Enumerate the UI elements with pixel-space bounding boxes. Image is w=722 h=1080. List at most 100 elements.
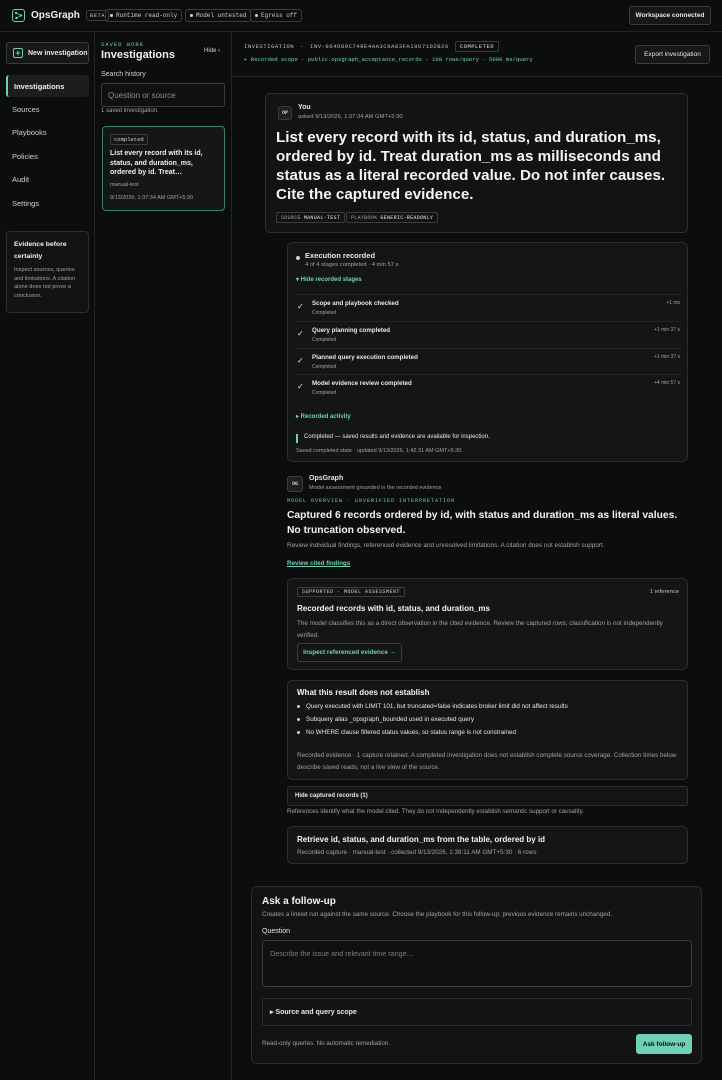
separator: · [300,43,304,50]
hide-panel-button[interactable]: Hide ‹ [204,48,220,54]
stage-row: ✓ Planned query execution completed Comp… [296,348,682,374]
execution-summary: 4 of 4 stages completed · 4 min 57 s [305,262,399,268]
evidence-card-body: Inspect sources, queries and limitations… [14,267,76,299]
user-question-card: OP You asked 9/13/2026, 1:37:34 AM GMT+5… [265,93,688,233]
nav-item-policies[interactable]: Policies [6,145,89,167]
investigation-header: INVESTIGATION · INV-864D80C749E4AA3C9A83… [244,41,500,52]
question-text: List every record with its id, status, a… [276,129,666,203]
ask-follow-up-button[interactable]: Ask follow-up [636,1034,692,1054]
saved-title: Investigations [101,49,175,61]
review-cited-findings-link[interactable]: Review cited findings [287,560,350,567]
pill-label: Model untested [196,12,247,19]
nav-item-playbooks[interactable]: Playbooks [6,121,89,143]
check-icon: ✓ [297,356,304,365]
investigation-label: INVESTIGATION [244,43,295,50]
follow-up-panel: Ask a follow-up Creates a linked run aga… [251,886,702,1064]
limitations-note: Recorded evidence · 1 capture retained. … [297,752,677,771]
workspace-status-button[interactable]: Workspace connected [629,6,711,25]
saved-kicker: SAVED WORK [101,41,145,48]
readonly-note: Read-only queries. No automatic remediat… [262,1040,391,1047]
assistant-subtitle: Model assessment grounded in the recorde… [309,485,442,491]
status-dot-icon [110,14,113,17]
stage-row: ✓ Model evidence review completed Comple… [296,374,682,400]
assistant-name: OpsGraph [309,475,344,482]
recorded-scope-toggle[interactable]: ▸ Recorded scope · public.opsgraph_accep… [244,56,533,63]
saved-question: List every record with its id, status, a… [110,150,203,176]
stage-row: ✓ Query planning completed Completed +1 … [296,321,682,347]
runtime-pill: Runtime read-only [105,9,183,22]
new-investigation-label: New investigation [28,49,88,57]
limitation-item: Subquery alias _opsgraph_bounded used in… [297,716,474,723]
saved-timestamp: 9/13/2026, 1:37:34 AM GMT+5:30 [110,194,194,201]
pill-label: Egress off [261,12,298,19]
stage-name: Query planning completed [312,327,391,334]
supported-badge: SUPPORTED · MODEL ASSESSMENT [297,587,406,597]
stage-time: +4 min 57 s [654,380,680,386]
stage-status: Completed [312,390,337,396]
limitations-card: What this result does not establish Quer… [287,680,688,780]
saved-count: 1 saved investigation. [101,108,159,114]
tag-value: GENERIC-READONLY [380,214,434,221]
new-investigation-button[interactable]: + New investigation [6,42,89,64]
evidence-card-title: Evidence before certainty [14,241,67,260]
saved-source: manual-test [110,181,139,188]
check-icon: ✓ [297,302,304,311]
saved-state-note: Saved completed state · updated 9/13/202… [296,448,463,454]
plus-icon: + [13,48,23,58]
source-scope-toggle[interactable]: ▸ Source and query scope [262,998,692,1026]
status-dot-icon [296,256,300,260]
avatar: OG [287,476,303,492]
model-pill: Model untested [185,9,252,22]
source-tag: SOURCE MANUAL-TEST [276,212,346,223]
stage-status: Completed [312,337,337,343]
playbook-tag: PLAYBOOK GENERIC-READONLY [346,212,439,223]
nav-item-sources[interactable]: Sources [6,98,89,120]
avatar: OP [278,106,292,120]
answer-subtext: Review individual findings, referenced e… [287,542,605,549]
header-divider [232,76,722,77]
execution-card: Execution recorded 4 of 4 stages complet… [287,242,688,462]
capture-meta: Recorded capture · manual-test · collect… [297,849,537,856]
stage-status: Completed [312,364,337,370]
nav-item-audit[interactable]: Audit [6,168,89,190]
check-icon: ✓ [297,329,304,338]
status-dot-icon [190,14,193,17]
capture-card[interactable]: Retrieve id, status, and duration_ms fro… [287,826,688,864]
export-investigation-button[interactable]: Export investigation [635,45,710,64]
answer-headline: Captured 6 records ordered by id, with s… [287,510,678,536]
hide-captured-records-toggle[interactable]: Hide captured records (1) [287,786,688,806]
saved-investigation-card[interactable]: completed List every record with its id,… [102,126,225,211]
limitations-title: What this result does not establish [297,688,430,697]
stage-time: +1 min 37 s [654,327,680,333]
stage-status: Completed [312,310,337,316]
stage-name: Planned query execution completed [312,354,418,361]
finding-body: The model classifies this as a direct ob… [297,620,663,639]
follow-up-question-input[interactable] [262,940,692,987]
evidence-info-card: Evidence before certainty Inspect source… [6,231,89,313]
hide-stages-toggle[interactable]: ▾ Hide recorded stages [296,276,362,283]
status-dot-icon [255,14,258,17]
overview-kicker: MODEL OVERVIEW · UNVERIFIED INTERPRETATI… [287,498,456,504]
completion-note: Completed — saved results and evidence a… [296,434,490,443]
nav-item-settings[interactable]: Settings [6,192,89,214]
limitation-item: No WHERE clause filtered status values, … [297,729,516,736]
follow-up-subtitle: Creates a linked run against the same so… [262,911,613,918]
pill-label: Runtime read-only [116,12,178,19]
check-icon: ✓ [297,382,304,391]
finding-card: SUPPORTED · MODEL ASSESSMENT 1 reference… [287,578,688,670]
brand[interactable]: OpsGraph BETA [12,9,110,22]
question-label: Question [262,928,291,935]
nav-item-investigations[interactable]: Investigations [6,75,89,97]
inspect-evidence-button[interactable]: Inspect referenced evidence → [297,643,402,662]
stage-row: ✓ Scope and playbook checked Completed +… [296,294,682,320]
completed-badge: COMPLETED [454,41,500,52]
app-name: OpsGraph [31,10,80,21]
capture-title: Retrieve id, status, and duration_ms fro… [297,835,546,844]
follow-up-title: Ask a follow-up [262,896,336,907]
tag-key: PLAYBOOK [351,214,378,221]
search-input[interactable] [101,83,225,107]
search-label: Search history [101,71,146,78]
recorded-activity-toggle[interactable]: ▸ Recorded activity [296,413,351,420]
tag-key: SOURCE [281,214,301,221]
reference-count: 1 reference [649,589,679,595]
